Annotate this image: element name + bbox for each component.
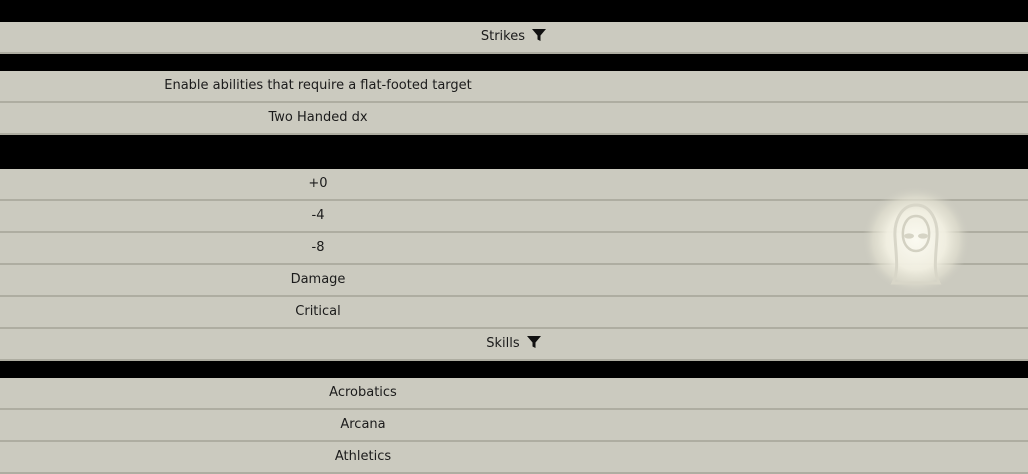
skill-athletics-label: Athletics <box>334 449 392 464</box>
skill-row[interactable]: Arcana <box>0 410 1028 442</box>
skills-column-header-band <box>0 361 1028 378</box>
strike-critical-row[interactable]: Critical <box>0 297 1028 329</box>
two-handed-option-label: Two Handed dx <box>268 110 368 125</box>
top-band <box>0 0 1028 22</box>
strike-option-row[interactable]: Enable abilities that require a flat-foo… <box>0 71 1028 103</box>
attack-second-label: -4 <box>311 208 325 223</box>
flat-footed-option-label: Enable abilities that require a flat-foo… <box>164 78 472 93</box>
strikes-filter-icon[interactable] <box>531 27 547 43</box>
hooded-figure-icon <box>861 185 971 295</box>
skills-filter-icon[interactable] <box>526 334 542 350</box>
skills-header: Skills <box>0 329 1028 359</box>
character-sheet-panel: Strikes Enable abilities that require a … <box>0 0 1028 474</box>
critical-label: Critical <box>295 304 341 319</box>
attack-first-label: +0 <box>308 176 328 191</box>
skill-row[interactable]: Athletics <box>0 442 1028 474</box>
skill-arcana-label: Arcana <box>340 417 386 432</box>
skill-acrobatics-label: Acrobatics <box>329 385 397 400</box>
strikes-header-label: Strikes <box>480 29 525 44</box>
skills-header-row: Skills <box>0 329 1028 361</box>
strikes-header: Strikes <box>0 22 1028 52</box>
strikes-column-header-band <box>0 54 1028 71</box>
skills-header-label: Skills <box>486 336 520 351</box>
strikes-header-row: Strikes <box>0 22 1028 54</box>
weapon-header-band <box>0 135 1028 169</box>
skill-row[interactable]: Acrobatics <box>0 378 1028 410</box>
attack-third-label: -8 <box>311 240 325 255</box>
strike-option-row[interactable]: Two Handed dx <box>0 103 1028 135</box>
damage-label: Damage <box>290 272 346 287</box>
